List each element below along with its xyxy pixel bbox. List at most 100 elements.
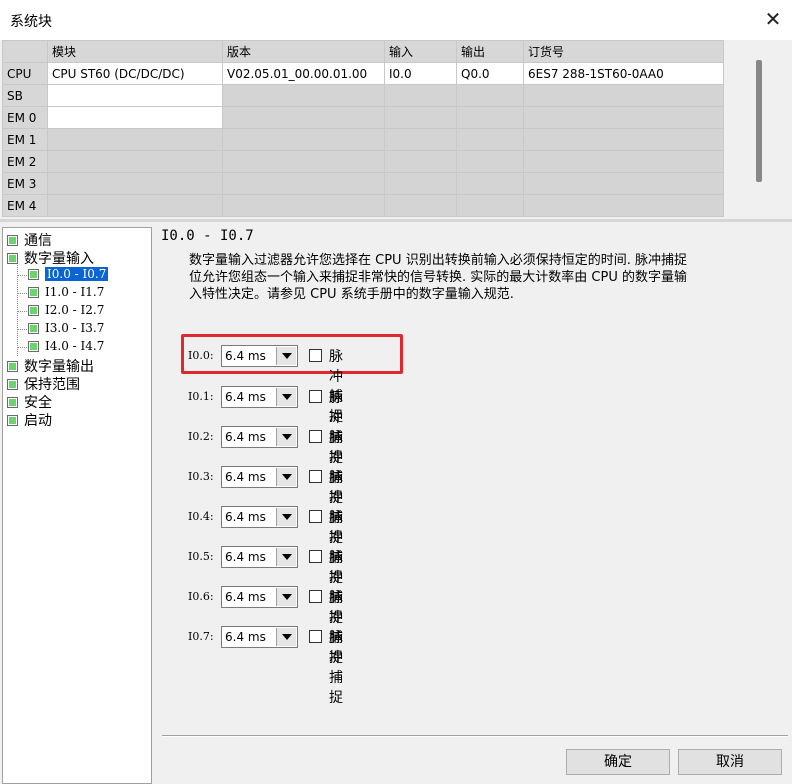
tree-item-communication[interactable]: 通信 <box>7 230 52 249</box>
description: 数字量输入过滤器允许您选择在 CPU 识别出转换前输入必须保持恒定的时间. 脉冲… <box>189 252 764 303</box>
module-cell[interactable] <box>47 106 223 129</box>
tree-item-i0[interactable]: I0.0 - I0.7 <box>28 266 110 284</box>
pulse-catch-checkbox[interactable] <box>309 550 322 563</box>
table-row[interactable]: EM 2 <box>2 150 724 173</box>
dropdown-button[interactable] <box>276 588 296 606</box>
tree-item-i3[interactable]: I3.0 - I3.7 <box>28 320 104 338</box>
filter-time-select[interactable]: 6.4 ms <box>221 586 298 608</box>
input-label: I0.4: <box>188 510 214 523</box>
input-label: I0.1: <box>188 390 214 403</box>
pulse-catch-checkbox[interactable] <box>309 470 322 483</box>
dropdown-button[interactable] <box>276 388 296 406</box>
cancel-button[interactable]: 取消 <box>678 749 782 775</box>
module-table-scrollbar[interactable] <box>756 60 762 182</box>
chevron-down-icon <box>282 353 292 359</box>
tree-node-icon <box>28 286 39 298</box>
tree-item-i4[interactable]: I4.0 - I4.7 <box>28 338 104 356</box>
dropdown-button[interactable] <box>276 508 296 526</box>
output-cell: Q0.0 <box>456 62 524 85</box>
tree-item-retentive-range[interactable]: 保持范围 <box>7 374 80 393</box>
pulse-catch-checkbox[interactable] <box>309 390 322 403</box>
version-cell: V02.05.01_00.00.01.00 <box>222 62 385 85</box>
filter-time-select[interactable]: 6.4 ms <box>221 386 298 408</box>
order-cell: 6ES7 288-1ST60-0AA0 <box>523 62 724 85</box>
tree-item-security[interactable]: 安全 <box>7 392 52 411</box>
table-row[interactable]: EM 1 <box>2 128 724 151</box>
digital-input-panel: I0.0 - I0.7 数字量输入过滤器允许您选择在 CPU 识别出转换前输入必… <box>152 222 792 784</box>
chevron-down-icon <box>282 434 292 440</box>
module-cell[interactable] <box>47 150 223 173</box>
tree-item-digital-input[interactable]: 数字量输入 <box>7 248 94 267</box>
order-cell <box>523 128 724 151</box>
table-row[interactable]: CPU CPU ST60 (DC/DC/DC) V02.05.01_00.00.… <box>2 62 724 85</box>
order-cell <box>523 194 724 217</box>
output-cell <box>456 106 524 129</box>
slot-cell: EM 2 <box>2 150 48 173</box>
tree-node-icon <box>7 396 18 408</box>
output-cell <box>456 172 524 195</box>
dropdown-button[interactable] <box>276 548 296 566</box>
pulse-catch-label[interactable]: 脉冲捕捉 <box>329 627 343 707</box>
dropdown-button[interactable] <box>276 628 296 646</box>
pulse-catch-checkbox[interactable] <box>309 630 322 643</box>
version-cell <box>222 194 385 217</box>
chevron-down-icon <box>282 594 292 600</box>
module-table-area: 模块 版本 输入 输出 订货号 CPU CPU ST60 (DC/DC/DC) … <box>0 40 792 220</box>
module-cell[interactable] <box>47 194 223 217</box>
filter-time-select[interactable]: 6.4 ms <box>221 466 298 488</box>
tree-item-i2[interactable]: I2.0 - I2.7 <box>28 302 104 320</box>
slot-cell: EM 3 <box>2 172 48 195</box>
table-row[interactable]: EM 0 <box>2 106 724 129</box>
chevron-down-icon <box>282 634 292 640</box>
filter-time-select[interactable]: 6.4 ms <box>221 626 298 648</box>
input-label: I0.0: <box>188 349 214 362</box>
tree-item-digital-output[interactable]: 数字量输出 <box>7 356 94 375</box>
module-cell[interactable] <box>47 172 223 195</box>
filter-time-select[interactable]: 6.4 ms <box>221 546 298 568</box>
filter-time-select[interactable]: 6.4 ms <box>221 426 298 448</box>
column-header-version: 版本 <box>222 40 385 63</box>
tree-node-icon <box>28 304 39 316</box>
input-label: I0.5: <box>188 550 214 563</box>
slot-cell: EM 4 <box>2 194 48 217</box>
chevron-down-icon <box>282 474 292 480</box>
ok-button[interactable]: 确定 <box>566 749 670 775</box>
filter-time-select[interactable]: 6.4 ms <box>221 345 298 367</box>
module-cell[interactable]: CPU ST60 (DC/DC/DC) <box>47 62 223 85</box>
input-cell <box>384 128 457 151</box>
dropdown-button[interactable] <box>276 468 296 486</box>
pulse-catch-checkbox[interactable] <box>309 430 322 443</box>
order-cell <box>523 172 724 195</box>
column-header-order-number: 订货号 <box>523 40 724 63</box>
input-cell: I0.0 <box>384 62 457 85</box>
chevron-down-icon <box>282 394 292 400</box>
dropdown-button[interactable] <box>276 347 296 365</box>
description-line: 位允许您组态一个输入来捕捉非常快的信号转换. 实际的最大计数率由 CPU 的数字… <box>189 270 687 285</box>
pulse-catch-checkbox[interactable] <box>309 590 322 603</box>
version-cell <box>222 84 385 107</box>
tree-node-icon <box>7 360 18 372</box>
table-row[interactable]: SB <box>2 84 724 107</box>
chevron-down-icon <box>282 514 292 520</box>
table-header-row: 模块 版本 输入 输出 订货号 <box>2 40 724 63</box>
input-label: I0.3: <box>188 470 214 483</box>
version-cell <box>222 106 385 129</box>
table-row[interactable]: EM 4 <box>2 194 724 217</box>
filter-time-select[interactable]: 6.4 ms <box>221 506 298 528</box>
module-cell[interactable] <box>47 84 223 107</box>
table-row[interactable]: EM 3 <box>2 172 724 195</box>
tree-item-i1[interactable]: I1.0 - I1.7 <box>28 284 104 302</box>
input-label: I0.7: <box>188 630 214 643</box>
slot-cell: CPU <box>2 62 48 85</box>
output-cell <box>456 84 524 107</box>
input-cell <box>384 150 457 173</box>
pulse-catch-checkbox[interactable] <box>309 510 322 523</box>
close-icon[interactable]: ✕ <box>762 8 784 30</box>
dropdown-button[interactable] <box>276 428 296 446</box>
description-line: 入特性决定。请参见 CPU 系统手册中的数字量输入规范. <box>189 287 514 302</box>
tree-item-startup[interactable]: 启动 <box>7 410 52 429</box>
divider <box>162 736 788 737</box>
pulse-catch-checkbox[interactable] <box>309 349 322 362</box>
module-cell[interactable] <box>47 128 223 151</box>
input-cell <box>384 172 457 195</box>
